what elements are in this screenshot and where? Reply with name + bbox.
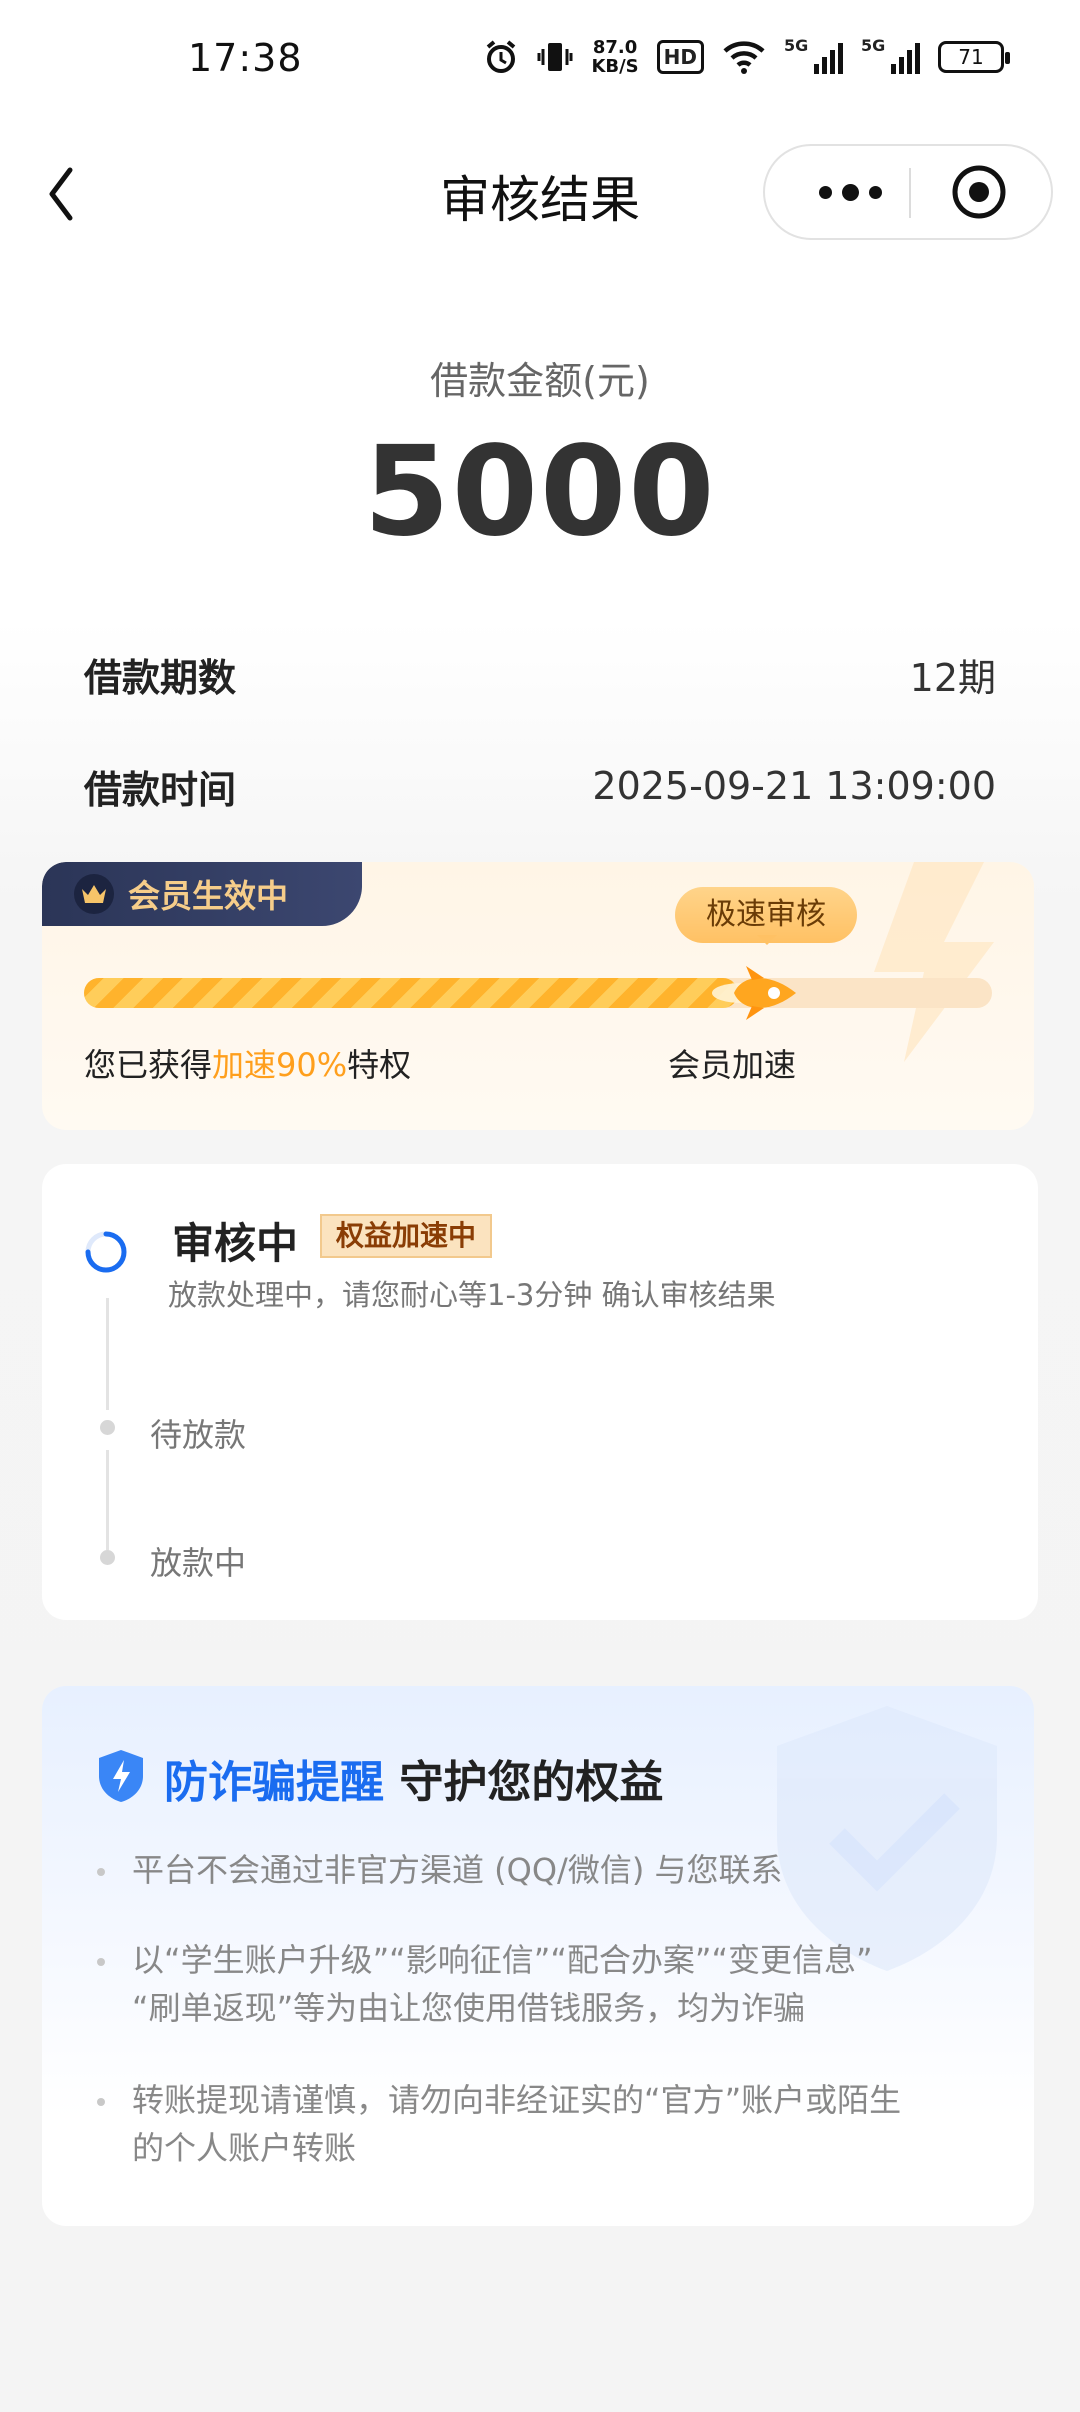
anti-fraud-card: 防诈骗提醒 守护您的权益 平台不会通过非官方渠道 (QQ/微信) 与您联系 以“… bbox=[42, 1686, 1034, 2226]
network-speed-unit: KB/S bbox=[591, 56, 639, 77]
loan-term-value: 12期 bbox=[909, 655, 996, 700]
step-pending-disbursement: 待放款 bbox=[150, 1416, 247, 1454]
lightning-bolt-decoration-icon bbox=[874, 862, 994, 1062]
shield-icon bbox=[99, 1750, 143, 1802]
loan-amount-value: 5000 bbox=[363, 420, 717, 564]
loading-spinner-icon bbox=[85, 1231, 127, 1273]
nav-bar: 审核结果 bbox=[0, 130, 1080, 260]
fast-review-tag: 极速审核 bbox=[675, 887, 857, 945]
step-disbursing: 放款中 bbox=[150, 1544, 247, 1582]
anti-fraud-title-rest: 守护您的权益 bbox=[399, 1757, 664, 1808]
loan-time-value: 2025-09-21 13:09:00 bbox=[592, 764, 996, 808]
more-button[interactable] bbox=[795, 146, 905, 238]
anti-fraud-title-highlight: 防诈骗提醒 bbox=[164, 1757, 384, 1808]
close-miniprogram-button[interactable] bbox=[951, 164, 1007, 220]
anti-fraud-item-continued: 的个人账户转账 bbox=[132, 2129, 357, 2167]
bullet-dot bbox=[97, 2098, 105, 2106]
status-icons: 87.0 KB/S HD 5G 5G 71 bbox=[483, 36, 1010, 76]
crown-icon bbox=[74, 874, 114, 914]
loan-term-row: 借款期数 12期 bbox=[84, 644, 996, 704]
benefit-accelerating-badge: 权益加速中 bbox=[320, 1214, 493, 1258]
more-dot-icon bbox=[868, 185, 882, 199]
review-status-desc: 放款处理中，请您耐心等1-3分钟 确认审核结果 bbox=[168, 1278, 776, 1312]
review-status-title: 审核中 bbox=[172, 1219, 299, 1268]
timeline-line bbox=[106, 1450, 109, 1550]
alarm-icon bbox=[487, 40, 516, 73]
bullet-dot bbox=[97, 1958, 105, 1966]
member-acceleration-card: 会员生效中 极速审核 您已获得加速90%特权 会员加速 bbox=[42, 862, 1034, 1130]
loan-time-label: 借款时间 bbox=[84, 767, 237, 812]
vibrate-icon bbox=[537, 43, 573, 71]
anti-fraud-item: 以“学生账户升级”“影响征信”“配合办案”“变更信息” bbox=[132, 1941, 873, 1979]
rocket-icon bbox=[712, 966, 796, 1020]
timeline-dot bbox=[100, 1550, 115, 1565]
bullet-dot bbox=[97, 1868, 105, 1876]
privilege-prefix: 您已获得 bbox=[84, 1046, 213, 1084]
status-bar: 17:38 87.0 KB/S HD 5G 5G 71 bbox=[0, 0, 1080, 120]
loan-amount-label: 借款金额(元) bbox=[430, 359, 650, 403]
timeline-dot bbox=[100, 1420, 115, 1435]
loan-term-label: 借款期数 bbox=[84, 655, 237, 700]
network-speed: 87.0 KB/S bbox=[591, 38, 638, 76]
hd-voice-icon: HD bbox=[656, 40, 704, 74]
member-status-badge: 会员生效中 bbox=[42, 862, 362, 926]
anti-fraud-item: 平台不会通过非官方渠道 (QQ/微信) 与您联系 bbox=[132, 1851, 783, 1889]
sim2-5g-label: 5G bbox=[861, 36, 886, 55]
capsule-divider bbox=[909, 168, 911, 218]
wifi-icon bbox=[723, 41, 765, 74]
member-status-text: 会员生效中 bbox=[128, 877, 289, 915]
signal-sim2-icon: 5G bbox=[861, 36, 920, 74]
member-accelerate-label: 会员加速 bbox=[668, 1046, 797, 1084]
shield-check-decoration-icon bbox=[777, 1706, 997, 1971]
anti-fraud-item: 转账提现请谨慎，请勿向非经证实的“官方”账户或陌生 bbox=[132, 2081, 902, 2119]
more-dot-icon bbox=[841, 183, 859, 201]
anti-fraud-item-continued: “刷单返现”等为由让您使用借钱服务，均为诈骗 bbox=[132, 1989, 806, 2027]
privilege-text: 您已获得加速90%特权 bbox=[84, 1040, 411, 1086]
battery-icon: 71 bbox=[938, 41, 1010, 73]
privilege-suffix: 特权 bbox=[347, 1046, 412, 1084]
sim1-5g-label: 5G bbox=[784, 36, 809, 55]
loan-time-row: 借款时间 2025-09-21 13:09:00 bbox=[84, 756, 996, 816]
network-speed-value: 87.0 bbox=[592, 37, 638, 58]
review-progress-card: 审核中 权益加速中 放款处理中，请您耐心等1-3分钟 确认审核结果 待放款 放款… bbox=[42, 1164, 1038, 1620]
acceleration-progress-fill bbox=[84, 978, 738, 1008]
status-time: 17:38 bbox=[188, 36, 303, 80]
acceleration-progress-track bbox=[84, 978, 992, 1008]
anti-fraud-title: 防诈骗提醒 守护您的权益 bbox=[164, 1746, 663, 1810]
privilege-highlight: 加速90% bbox=[212, 1046, 348, 1084]
more-dot-icon bbox=[818, 185, 832, 199]
signal-sim1-icon: 5G bbox=[784, 36, 843, 74]
timeline-line bbox=[106, 1298, 109, 1410]
miniprogram-capsule bbox=[763, 144, 1053, 240]
